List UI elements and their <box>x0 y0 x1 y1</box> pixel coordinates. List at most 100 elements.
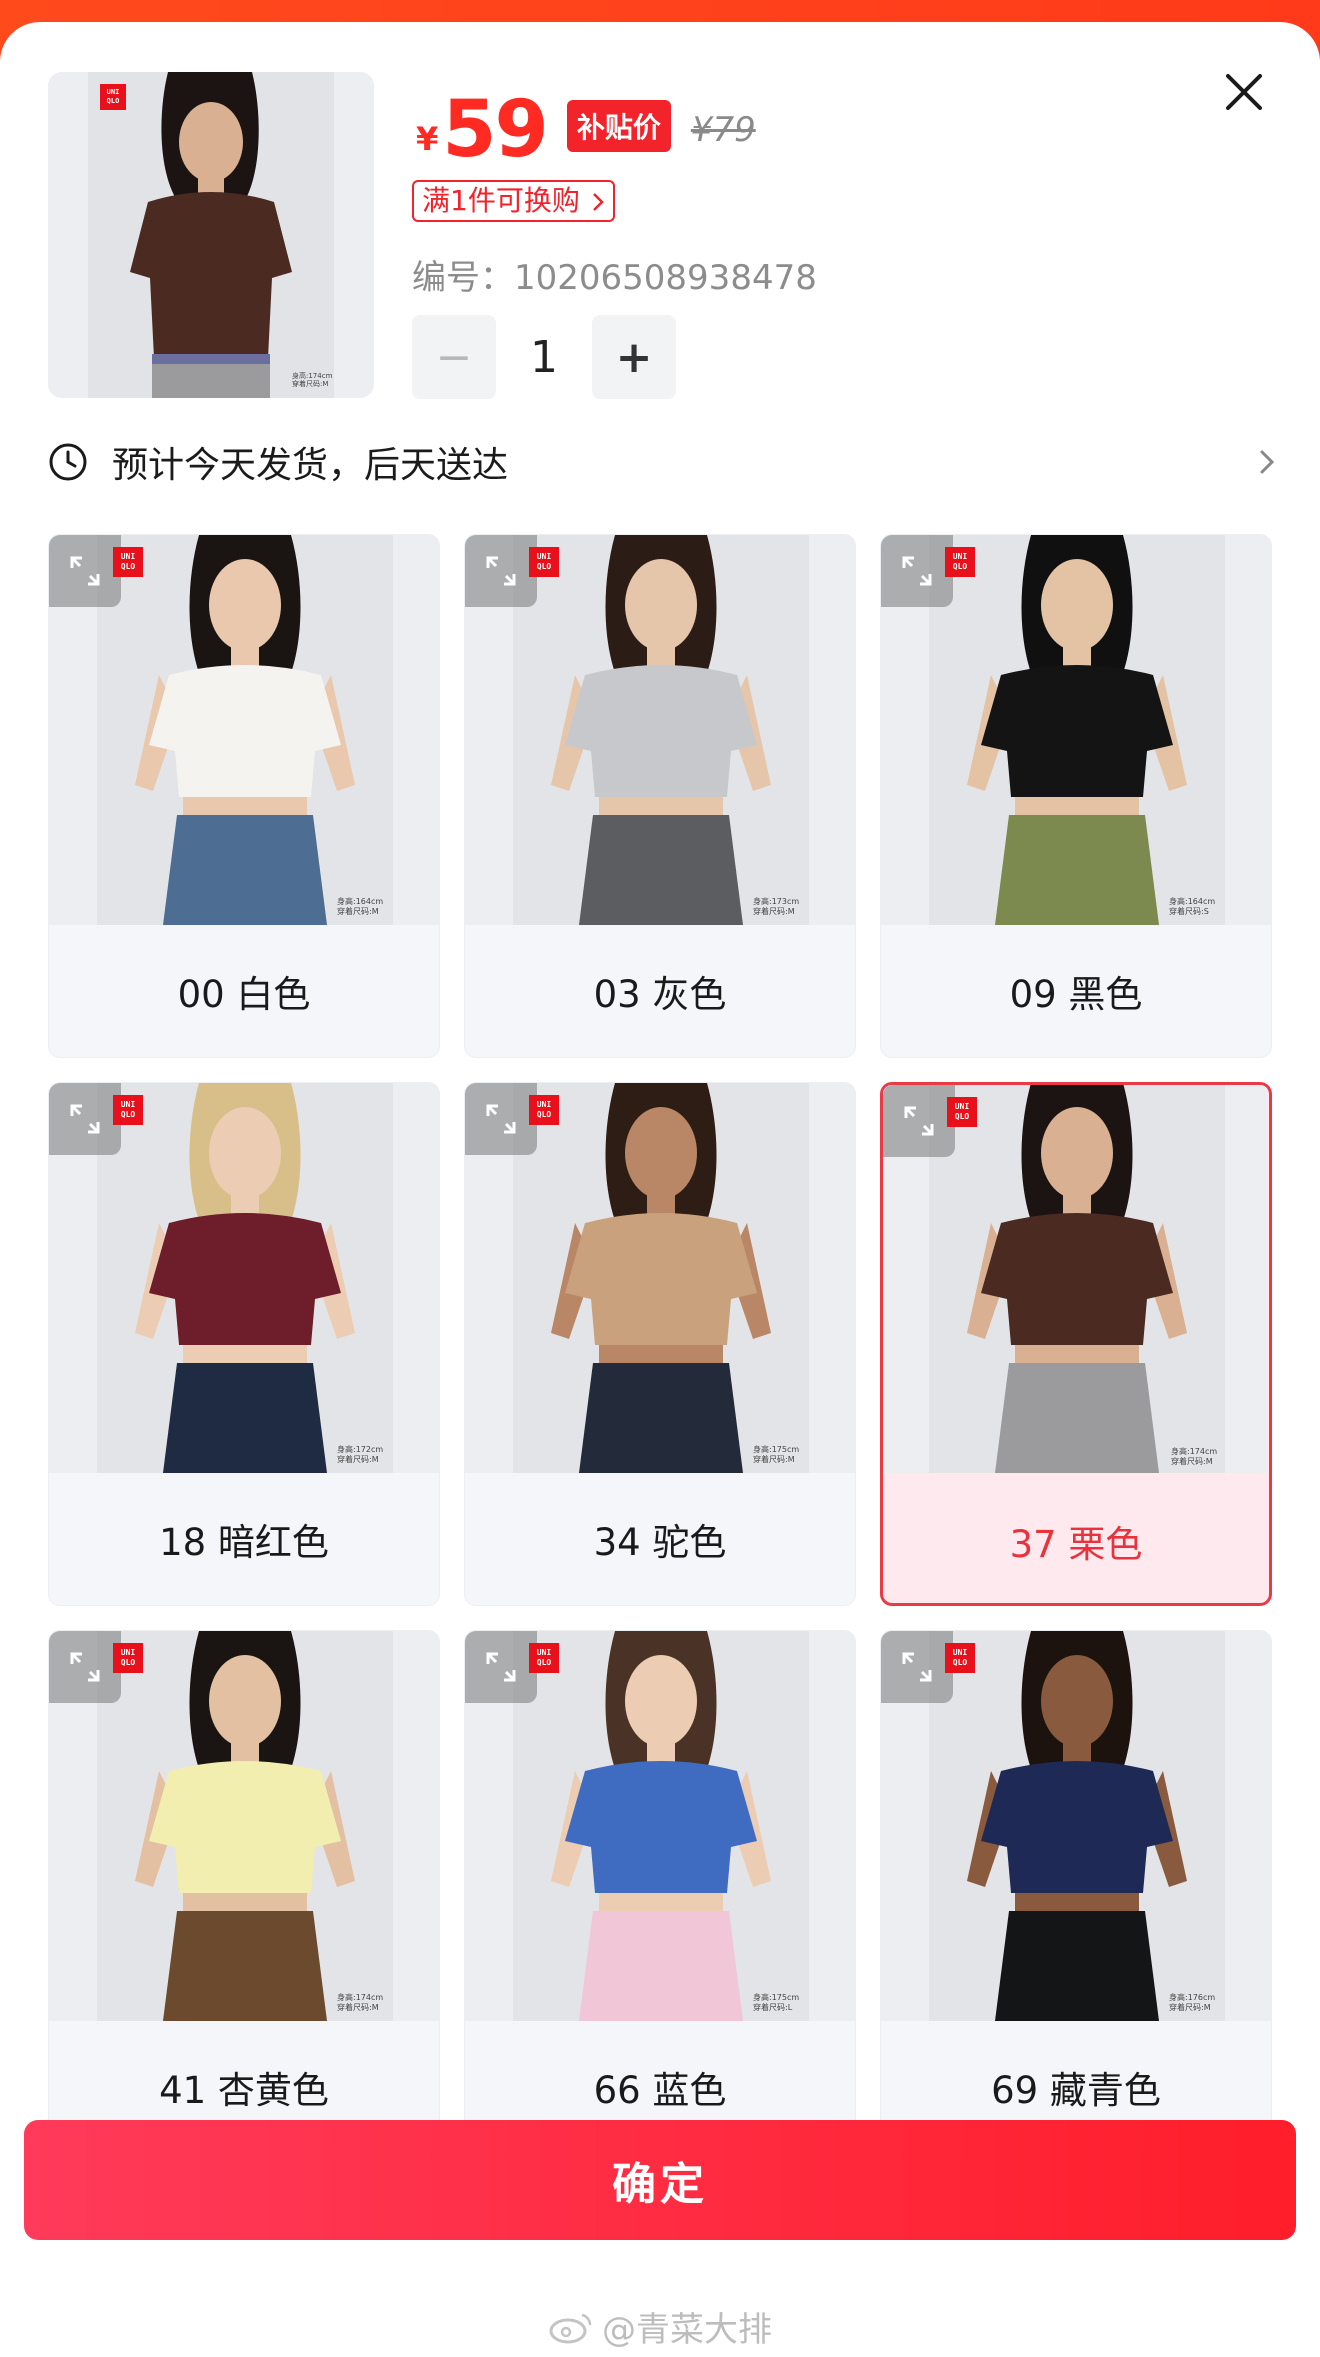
quantity-stepper: − 1 + <box>412 315 676 399</box>
brand-logo-text: UNI QLO <box>536 1100 552 1119</box>
product-thumbnail-illustration <box>48 72 374 398</box>
model-size: 穿着尺码:M <box>337 907 379 916</box>
brand-logo: UNI QLO <box>529 1095 559 1125</box>
color-variant-grid: UNI QLO 身高:164cm 穿着尺码:M 00 白色 UNI QLO 身高:173c… <box>48 534 1272 2124</box>
expand-icon <box>904 1106 934 1136</box>
expand-button[interactable] <box>465 1083 537 1155</box>
variant-card[interactable]: UNI QLO 身高:175cm 穿着尺码:M 34 驼色 <box>464 1082 856 1606</box>
brand-logo-text: UNI QLO <box>952 1648 968 1667</box>
variant-card[interactable]: UNI QLO 身高:175cm 穿着尺码:L 66 蓝色 <box>464 1630 856 2124</box>
brand-logo-text: UNI QLO <box>536 1648 552 1667</box>
brand-logo: UNI QLO <box>100 84 126 110</box>
model-size-tag: 身高:173cm 穿着尺码:M <box>753 897 799 917</box>
model-size: 穿着尺码:M <box>337 1455 379 1464</box>
model-size-tag: 身高:174cm 穿着尺码:M <box>337 1993 383 2013</box>
model-size: 穿着尺码:M <box>753 907 795 916</box>
brand-logo: UNI QLO <box>113 547 143 577</box>
expand-button[interactable] <box>881 535 953 607</box>
current-price: 59 <box>442 85 549 175</box>
model-size: 穿着尺码:L <box>753 2003 793 2012</box>
expand-icon <box>486 1652 516 1682</box>
model-height: 身高:164cm <box>1169 897 1216 906</box>
model-size-tag: 身高:164cm 穿着尺码:M <box>337 897 383 917</box>
expand-button[interactable] <box>465 535 537 607</box>
brand-logo: UNI QLO <box>113 1643 143 1673</box>
model-size: 穿着尺码:M <box>337 2003 379 2012</box>
model-size-tag: 身高:175cm 穿着尺码:L <box>753 1993 799 2013</box>
model-size: 穿着尺码:M <box>753 1455 795 1464</box>
delivery-estimate: 预计今天发货，后天送达 <box>112 445 509 486</box>
weibo-icon <box>549 2313 592 2343</box>
brand-logo-text: UNI QLO <box>120 1100 136 1119</box>
variant-card[interactable]: UNI QLO 身高:164cm 穿着尺码:S 09 黑色 <box>880 534 1272 1058</box>
model-size-tag: 身高:174cm 穿着尺码:M <box>1171 1447 1217 1467</box>
model-height: 身高:164cm <box>337 897 384 906</box>
model-height: 身高:175cm <box>753 1445 800 1454</box>
sku-value: 10206508938478 <box>514 258 817 298</box>
delivery-row[interactable]: 预计今天发货，后天送达 <box>48 432 1280 492</box>
currency-symbol: ¥ <box>416 120 439 158</box>
promo-text: 满1件可换购 <box>422 184 580 217</box>
expand-icon <box>486 1104 516 1134</box>
product-thumbnail[interactable]: UNI QLO 身高:174cm 穿着尺码:M <box>48 72 374 398</box>
variant-card[interactable]: UNI QLO 身高:173cm 穿着尺码:M 03 灰色 <box>464 534 856 1058</box>
plus-icon: + <box>615 331 653 383</box>
variant-card[interactable]: UNI QLO 身高:174cm 穿着尺码:M 41 杏黄色 <box>48 1630 440 2124</box>
promo-link[interactable]: 满1件可换购 <box>412 180 615 222</box>
close-button[interactable] <box>1216 64 1272 120</box>
variant-label: 34 驼色 <box>593 1521 727 1564</box>
brand-logo-text: UNI QLO <box>120 552 136 571</box>
variant-label: 18 暗红色 <box>159 1521 329 1564</box>
variant-card[interactable]: UNI QLO 身高:176cm 穿着尺码:M 69 藏青色 <box>880 1630 1272 2124</box>
model-height: 身高:173cm <box>753 897 800 906</box>
variant-label: 37 栗色 <box>1009 1523 1143 1566</box>
decrease-button[interactable]: − <box>412 315 496 399</box>
expand-button[interactable] <box>881 1631 953 1703</box>
variant-card[interactable]: UNI QLO 身高:172cm 穿着尺码:M 18 暗红色 <box>48 1082 440 1606</box>
expand-icon <box>70 1652 100 1682</box>
brand-logo: UNI QLO <box>529 547 559 577</box>
brand-logo: UNI QLO <box>945 547 975 577</box>
expand-button[interactable] <box>883 1085 955 1157</box>
watermark: @青菜大排 <box>548 2302 772 2351</box>
quantity-value[interactable]: 1 <box>496 332 592 383</box>
model-height: 身高:172cm <box>337 1445 384 1454</box>
variant-label: 00 白色 <box>177 973 311 1016</box>
price-row: ¥ 59 补贴价 ¥79 <box>416 80 756 170</box>
expand-button[interactable] <box>49 535 121 607</box>
variant-label: 69 藏青色 <box>991 2069 1161 2112</box>
expand-icon <box>902 1652 932 1682</box>
brand-logo-text: UNI QLO <box>954 1102 970 1121</box>
expand-icon <box>486 556 516 586</box>
model-size-tag: 身高:175cm 穿着尺码:M <box>753 1445 799 1465</box>
original-price: ¥79 <box>690 110 756 150</box>
model-size-tag: 身高:164cm 穿着尺码:S <box>1169 897 1215 917</box>
variant-label: 66 蓝色 <box>593 2069 727 2112</box>
confirm-button[interactable]: 确定 <box>24 2120 1296 2240</box>
brand-logo: UNI QLO <box>529 1643 559 1673</box>
subsidy-badge: 补贴价 <box>566 100 671 152</box>
model-height: 身高:174cm <box>1171 1447 1218 1456</box>
chevron-right-icon <box>1260 450 1275 474</box>
expand-button[interactable] <box>49 1631 121 1703</box>
expand-button[interactable] <box>465 1631 537 1703</box>
model-size: 穿着尺码:M <box>1169 2003 1211 2012</box>
variant-card[interactable]: UNI QLO 身高:164cm 穿着尺码:M 00 白色 <box>48 534 440 1058</box>
minus-icon: − <box>435 331 473 383</box>
model-size: 穿着尺码:M <box>1171 1457 1213 1466</box>
increase-button[interactable]: + <box>592 315 676 399</box>
chevron-right-icon <box>592 193 604 211</box>
model-size-tag: 身高:174cm 穿着尺码:M <box>292 372 332 388</box>
sku-number: 编号：10206508938478 <box>412 250 817 299</box>
model-height: 身高:174cm <box>292 372 333 380</box>
model-size: 穿着尺码:S <box>1169 907 1209 916</box>
model-size: 穿着尺码:M <box>292 380 329 388</box>
model-height: 身高:175cm <box>753 1993 800 2002</box>
brand-logo: UNI QLO <box>113 1095 143 1125</box>
brand-logo-text: UNI QLO <box>120 1648 136 1667</box>
watermark-text: @青菜大排 <box>602 2310 772 2350</box>
variant-label: 41 杏黄色 <box>159 2069 329 2112</box>
variant-card[interactable]: UNI QLO 身高:174cm 穿着尺码:M 37 栗色 <box>880 1082 1272 1606</box>
variant-label: 03 灰色 <box>593 973 727 1016</box>
expand-button[interactable] <box>49 1083 121 1155</box>
